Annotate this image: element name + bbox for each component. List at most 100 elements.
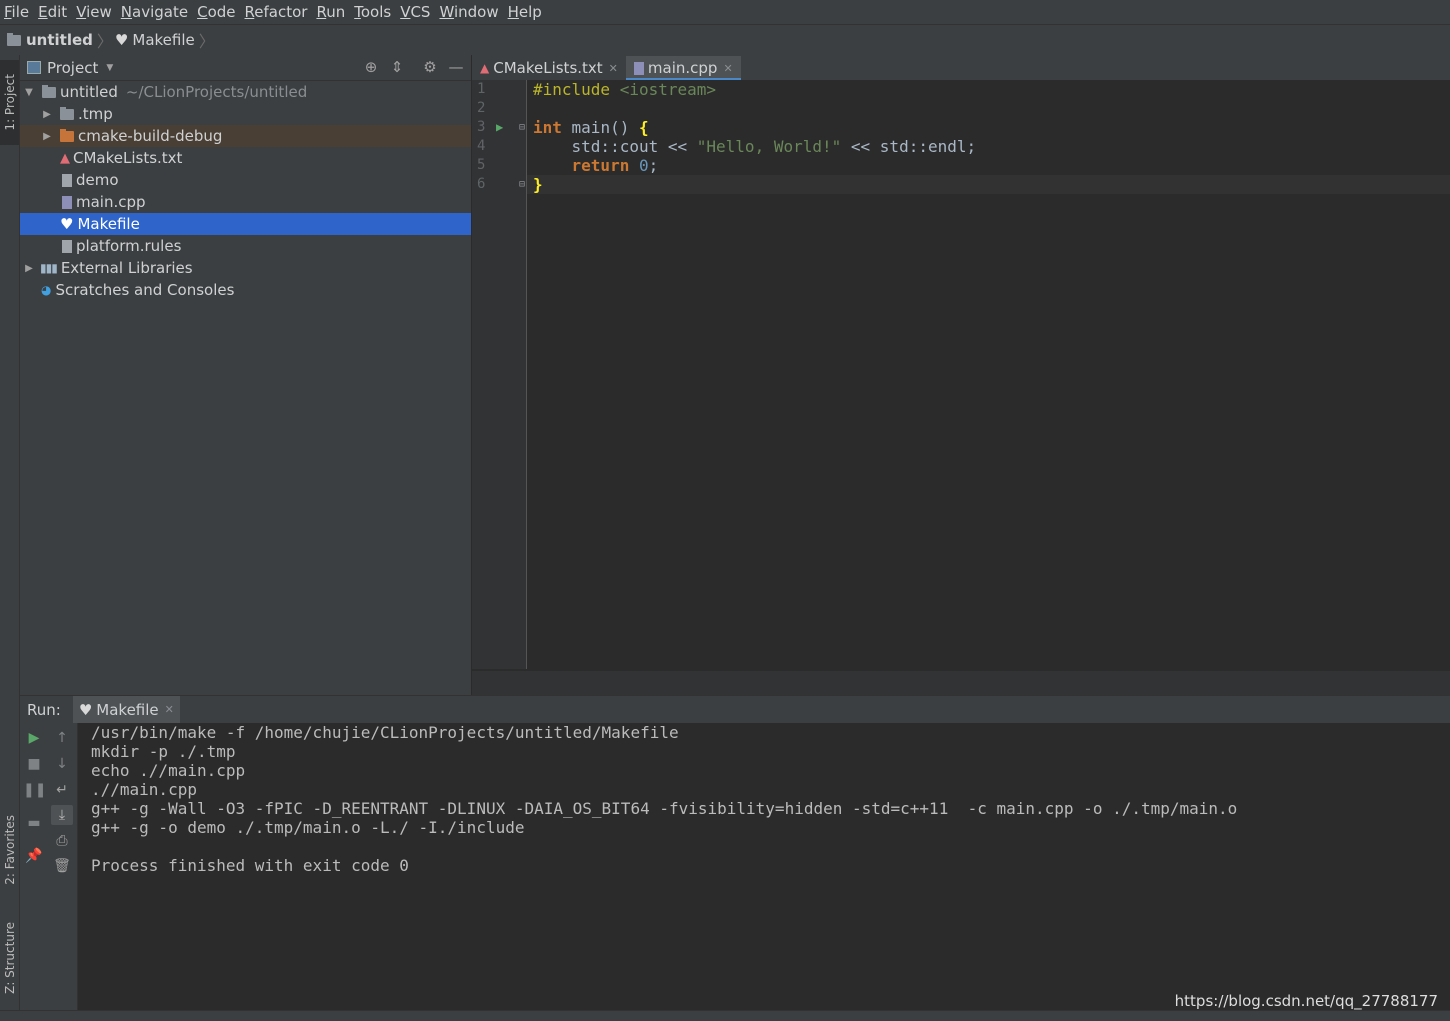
run-tab-makefile[interactable]: ♥ Makefile ✕ (72, 696, 180, 723)
collapsed-arrow-icon[interactable]: ▶ (40, 131, 54, 142)
tree-item-tmp[interactable]: ▶ .tmp (20, 103, 471, 125)
menu-code[interactable]: Code (193, 1, 239, 23)
menu-view[interactable]: View (72, 1, 116, 23)
menu-vcs[interactable]: VCS (396, 1, 434, 23)
makefile-icon: ♥ (60, 215, 74, 233)
scroll-to-end-icon[interactable]: ⤓ (51, 805, 73, 825)
makefile-icon: ♥ (78, 700, 93, 719)
library-icon: ▮▮▮ (40, 261, 58, 275)
tree-item-main-cpp[interactable]: main.cpp (20, 191, 471, 213)
collapsed-arrow-icon[interactable]: ▶ (40, 109, 54, 120)
console-output[interactable]: /usr/bin/make -f /home/chujie/CLionProje… (78, 723, 1450, 1010)
tool-tab-favorites-label: 2: Favorites (2, 815, 17, 885)
code-token: 0 (638, 156, 649, 175)
gear-icon[interactable]: ⚙ (421, 58, 439, 76)
stop-icon[interactable]: ■ (23, 754, 45, 774)
tree-item-demo[interactable]: demo (20, 169, 471, 191)
run-panel-label: Run: (27, 700, 61, 719)
code-token: main() (561, 118, 639, 137)
code-line-5: return 0; (533, 156, 659, 175)
tree-item-label: demo (76, 171, 119, 189)
tool-tab-project[interactable]: 1: Project (0, 60, 19, 145)
tree-item-cmakelists[interactable]: ▲ CMakeLists.txt (20, 147, 471, 169)
tree-item-scratches[interactable]: ◕ Scratches and Consoles (20, 279, 471, 301)
code-token: ; (648, 156, 659, 175)
expanded-arrow-icon[interactable]: ▼ (22, 87, 36, 98)
project-view-selector[interactable]: Project ▼ (27, 59, 113, 77)
soft-wrap-icon[interactable]: ↵ (51, 780, 73, 800)
editor-tabs: ▲ CMakeLists.txt ✕ main.cpp ✕ (472, 55, 1450, 81)
print-icon[interactable]: ⎙ (51, 831, 73, 851)
menu-window[interactable]: Window (435, 1, 502, 23)
console-line: .//main.cpp (91, 780, 197, 799)
close-icon[interactable]: ✕ (723, 62, 732, 75)
breadcrumb-project[interactable]: untitled (7, 31, 93, 49)
tree-item-cmake-build-debug[interactable]: ▶ cmake-build-debug (20, 125, 471, 147)
console-line: g++ -g -o demo ./.tmp/main.o -L./ -I./in… (91, 818, 525, 837)
tab-cmakelists[interactable]: ▲ CMakeLists.txt ✕ (472, 56, 626, 80)
tree-item-platform-rules[interactable]: platform.rules (20, 235, 471, 257)
collapsed-arrow-icon[interactable]: ▶ (22, 263, 36, 274)
menu-edit[interactable]: Edit (34, 1, 71, 23)
tool-tab-favorites[interactable]: 2: Favorites (0, 800, 19, 900)
tree-item-label: untitled (60, 83, 118, 101)
tab-label: main.cpp (647, 59, 718, 77)
close-icon[interactable]: ✕ (165, 703, 174, 716)
rerun-icon[interactable]: ▶ (23, 728, 45, 748)
fold-end-icon[interactable]: ⊟ (519, 175, 525, 194)
minimize-icon[interactable]: — (447, 58, 465, 76)
line-number: 4 (477, 138, 486, 154)
code-line-3: int main() { (533, 118, 649, 137)
tree-item-label: cmake-build-debug (78, 127, 223, 145)
collapse-all-icon[interactable]: ⇕ (388, 58, 406, 76)
caret-line-highlight (527, 175, 1450, 194)
close-icon[interactable]: ✕ (609, 62, 618, 75)
code-editor[interactable]: #include <iostream> int main() { std::co… (527, 80, 1450, 669)
tool-tab-structure[interactable]: Z: Structure (0, 910, 19, 1005)
project-panel-title: Project (47, 58, 99, 77)
breadcrumb-file[interactable]: ♥ Makefile (115, 31, 195, 49)
code-line-6: } (533, 175, 543, 194)
pause-icon[interactable]: ❚❚ (23, 780, 46, 800)
code-token: int (533, 118, 562, 137)
tree-item-makefile[interactable]: ♥ Makefile (20, 213, 471, 235)
breadcrumb-file-label: Makefile (132, 31, 195, 49)
breadcrumb: untitled 〉 ♥ Makefile 〉 (0, 24, 1450, 56)
tree-item-label: .tmp (78, 105, 113, 123)
pin-icon[interactable]: 📌 (23, 846, 45, 866)
layout-icon[interactable]: ▬ (23, 813, 45, 833)
code-token: #include (533, 80, 611, 99)
status-bar (0, 1010, 1450, 1021)
cpp-file-icon (633, 61, 644, 75)
code-line-4: std::cout << "Hello, World!" << std::end… (533, 137, 977, 156)
menu-help[interactable]: Help (504, 1, 546, 23)
menu-navigate[interactable]: Navigate (117, 1, 192, 23)
menu-file[interactable]: File (0, 1, 33, 23)
up-arrow-icon[interactable]: ↑ (51, 728, 73, 748)
tool-tab-structure-label: Z: Structure (2, 921, 17, 994)
run-tab-label: Makefile (96, 700, 159, 719)
makefile-icon: ♥ (114, 31, 129, 49)
menu-run[interactable]: Run (312, 1, 349, 23)
folder-icon (60, 106, 74, 120)
tree-item-label: CMakeLists.txt (73, 149, 183, 167)
down-arrow-icon[interactable]: ↓ (51, 754, 73, 774)
fold-icon[interactable]: ⊟ (519, 118, 525, 137)
tab-label: CMakeLists.txt (493, 59, 603, 77)
tree-item-untitled[interactable]: ▼ untitled ~/CLionProjects/untitled (20, 81, 471, 103)
tab-main-cpp[interactable]: main.cpp ✕ (625, 56, 741, 81)
code-token: << std::endl; (841, 137, 977, 156)
left-tool-strip: 1: Project 2: Favorites Z: Structure (0, 55, 20, 1010)
trash-icon[interactable]: 🗑 (51, 856, 73, 876)
tree-item-label: main.cpp (76, 193, 146, 211)
locate-icon[interactable]: ⊕ (362, 58, 380, 76)
console-line: /usr/bin/make -f /home/chujie/CLionProje… (91, 723, 679, 742)
menu-refactor[interactable]: Refactor (241, 1, 312, 23)
scratches-icon: ◕ (41, 283, 52, 297)
excluded-folder-icon (60, 128, 74, 142)
run-gutter-icon[interactable]: ▶ (496, 118, 503, 137)
tree-item-external-libraries[interactable]: ▶ ▮▮▮ External Libraries (20, 257, 471, 279)
line-number: 1 (477, 81, 486, 97)
console-line: mkdir -p ./.tmp (91, 742, 236, 761)
menu-tools[interactable]: Tools (350, 1, 395, 23)
